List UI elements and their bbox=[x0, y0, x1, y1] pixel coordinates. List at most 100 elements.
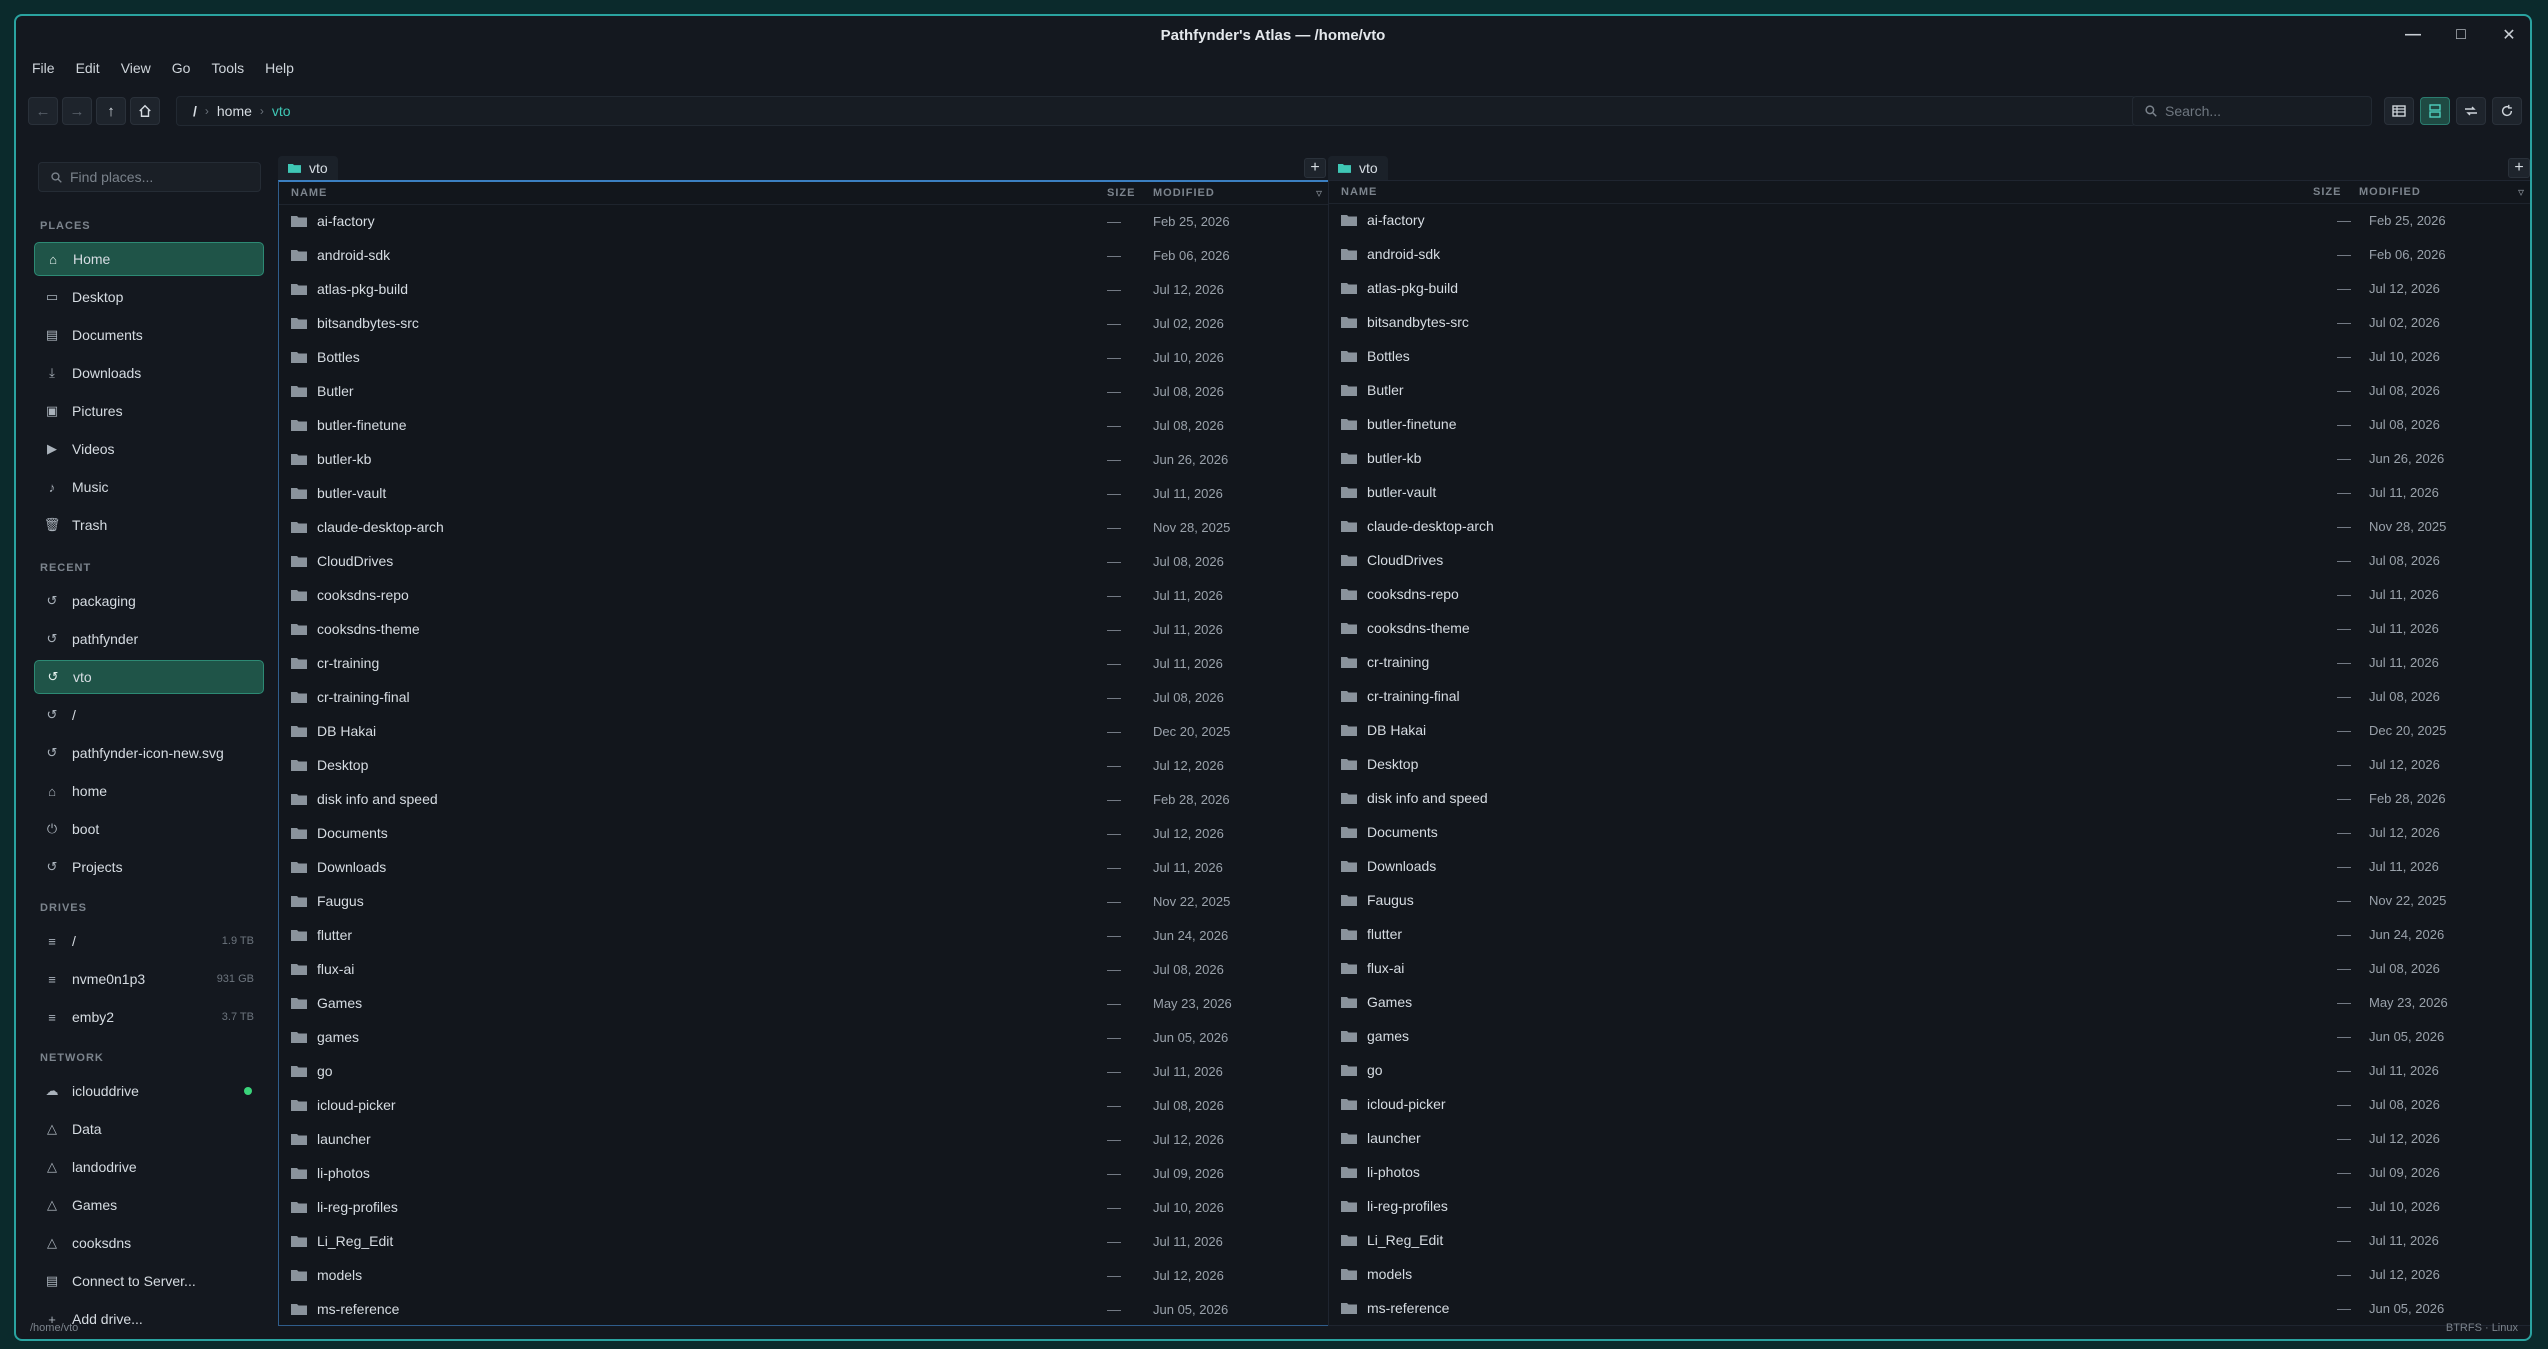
column-name[interactable]: NAME bbox=[1341, 186, 1377, 198]
minimize-icon[interactable]: — bbox=[2402, 26, 2424, 44]
filter-icon[interactable]: ▿ bbox=[2518, 185, 2525, 199]
maximize-icon[interactable]: □ bbox=[2450, 26, 2472, 44]
menu-file[interactable]: File bbox=[32, 60, 55, 76]
refresh-button[interactable] bbox=[2492, 97, 2522, 125]
column-name[interactable]: NAME bbox=[291, 187, 327, 199]
sidebar-item-videos[interactable]: ▶ Videos bbox=[34, 432, 264, 466]
menu-go[interactable]: Go bbox=[172, 60, 191, 76]
table-row[interactable]: Desktop — Jul 12, 2026 bbox=[279, 748, 1331, 782]
table-row[interactable]: ai-factory — Feb 25, 2026 bbox=[1329, 203, 2530, 237]
find-places-input[interactable]: Find places... bbox=[38, 162, 261, 192]
column-modified[interactable]: MODIFIED bbox=[2359, 186, 2421, 198]
table-row[interactable]: cooksdns-theme — Jul 11, 2026 bbox=[1329, 611, 2530, 645]
filter-icon[interactable]: ▿ bbox=[1316, 186, 1323, 200]
table-row[interactable]: CloudDrives — Jul 08, 2026 bbox=[279, 544, 1331, 578]
table-row[interactable]: Faugus — Nov 22, 2025 bbox=[1329, 883, 2530, 917]
network-item[interactable]: △ cooksdns bbox=[34, 1226, 264, 1260]
sidebar-item-downloads[interactable]: ⤓ Downloads bbox=[34, 356, 264, 390]
table-row[interactable]: Documents — Jul 12, 2026 bbox=[1329, 815, 2530, 849]
network-item-iclouddrive[interactable]: ☁ iclouddrive bbox=[34, 1074, 264, 1108]
network-item[interactable]: △ landodrive bbox=[34, 1150, 264, 1184]
table-row[interactable]: cooksdns-theme — Jul 11, 2026 bbox=[279, 612, 1331, 646]
table-row[interactable]: cr-training-final — Jul 08, 2026 bbox=[1329, 679, 2530, 713]
search-input[interactable]: Search... bbox=[2132, 96, 2372, 126]
table-row[interactable]: li-photos — Jul 09, 2026 bbox=[279, 1156, 1331, 1190]
list-view-button[interactable] bbox=[2384, 97, 2414, 125]
network-item[interactable]: △ Games bbox=[34, 1188, 264, 1222]
up-button[interactable]: ↑ bbox=[96, 97, 126, 125]
table-row[interactable]: launcher — Jul 12, 2026 bbox=[1329, 1121, 2530, 1155]
table-row[interactable]: go — Jul 11, 2026 bbox=[1329, 1053, 2530, 1087]
table-row[interactable]: butler-finetune — Jul 08, 2026 bbox=[279, 408, 1331, 442]
table-row[interactable]: flux-ai — Jul 08, 2026 bbox=[1329, 951, 2530, 985]
table-row[interactable]: Games — May 23, 2026 bbox=[279, 986, 1331, 1020]
table-row[interactable]: li-reg-profiles — Jul 10, 2026 bbox=[279, 1190, 1331, 1224]
new-tab-button[interactable]: + bbox=[2508, 158, 2530, 178]
table-row[interactable]: flutter — Jun 24, 2026 bbox=[279, 918, 1331, 952]
new-tab-button[interactable]: + bbox=[1304, 158, 1326, 178]
menu-tools[interactable]: Tools bbox=[211, 60, 244, 76]
table-row[interactable]: Desktop — Jul 12, 2026 bbox=[1329, 747, 2530, 781]
recent-item[interactable]: ↺ pathfynder bbox=[34, 622, 264, 656]
recent-item[interactable]: ⌂ home bbox=[34, 774, 264, 808]
table-row[interactable]: Downloads — Jul 11, 2026 bbox=[279, 850, 1331, 884]
recent-item[interactable]: ↺ packaging bbox=[34, 584, 264, 618]
table-row[interactable]: flutter — Jun 24, 2026 bbox=[1329, 917, 2530, 951]
table-row[interactable]: butler-kb — Jun 26, 2026 bbox=[1329, 441, 2530, 475]
table-row[interactable]: icloud-picker — Jul 08, 2026 bbox=[279, 1088, 1331, 1122]
table-row[interactable]: disk info and speed — Feb 28, 2026 bbox=[1329, 781, 2530, 815]
table-row[interactable]: flux-ai — Jul 08, 2026 bbox=[279, 952, 1331, 986]
table-row[interactable]: Bottles — Jul 10, 2026 bbox=[1329, 339, 2530, 373]
table-row[interactable]: butler-vault — Jul 11, 2026 bbox=[279, 476, 1331, 510]
recent-item[interactable]: ↺ Projects bbox=[34, 850, 264, 884]
table-row[interactable]: DB Hakai — Dec 20, 2025 bbox=[1329, 713, 2530, 747]
table-row[interactable]: Games — May 23, 2026 bbox=[1329, 985, 2530, 1019]
breadcrumb[interactable]: / › home › vto bbox=[176, 96, 2136, 126]
connect-to-server-button[interactable]: ▤ Connect to Server... bbox=[34, 1264, 264, 1298]
recent-item[interactable]: ↺ / bbox=[34, 698, 264, 732]
sidebar-item-trash[interactable]: 🗑 Trash bbox=[34, 508, 264, 542]
table-row[interactable]: Downloads — Jul 11, 2026 bbox=[1329, 849, 2530, 883]
table-row[interactable]: cr-training — Jul 11, 2026 bbox=[1329, 645, 2530, 679]
menu-help[interactable]: Help bbox=[265, 60, 294, 76]
table-row[interactable]: ai-factory — Feb 25, 2026 bbox=[279, 204, 1331, 238]
table-row[interactable]: Li_Reg_Edit — Jul 11, 2026 bbox=[1329, 1223, 2530, 1257]
sidebar-item-desktop[interactable]: ▭ Desktop bbox=[34, 280, 264, 314]
table-row[interactable]: Butler — Jul 08, 2026 bbox=[279, 374, 1331, 408]
table-row[interactable]: Bottles — Jul 10, 2026 bbox=[279, 340, 1331, 374]
forward-button[interactable]: → bbox=[62, 97, 92, 125]
column-size[interactable]: SIZE bbox=[2313, 186, 2341, 198]
table-row[interactable]: go — Jul 11, 2026 bbox=[279, 1054, 1331, 1088]
table-row[interactable]: cr-training — Jul 11, 2026 bbox=[279, 646, 1331, 680]
table-row[interactable]: butler-finetune — Jul 08, 2026 bbox=[1329, 407, 2530, 441]
table-row[interactable]: claude-desktop-arch — Nov 28, 2025 bbox=[279, 510, 1331, 544]
table-row[interactable]: atlas-pkg-build — Jul 12, 2026 bbox=[279, 272, 1331, 306]
table-row[interactable]: cr-training-final — Jul 08, 2026 bbox=[279, 680, 1331, 714]
breadcrumb-home[interactable]: home bbox=[217, 103, 252, 119]
table-row[interactable]: launcher — Jul 12, 2026 bbox=[279, 1122, 1331, 1156]
tab-vto[interactable]: vto bbox=[1328, 156, 1388, 180]
sidebar-item-home[interactable]: ⌂ Home bbox=[34, 242, 264, 276]
table-row[interactable]: cooksdns-repo — Jul 11, 2026 bbox=[1329, 577, 2530, 611]
menu-view[interactable]: View bbox=[121, 60, 151, 76]
table-row[interactable]: butler-kb — Jun 26, 2026 bbox=[279, 442, 1331, 476]
table-row[interactable]: android-sdk — Feb 06, 2026 bbox=[279, 238, 1331, 272]
drive-item[interactable]: ≡ emby2 3.7 TB bbox=[34, 1000, 264, 1034]
table-row[interactable]: CloudDrives — Jul 08, 2026 bbox=[1329, 543, 2530, 577]
table-row[interactable]: li-reg-profiles — Jul 10, 2026 bbox=[1329, 1189, 2530, 1223]
menu-edit[interactable]: Edit bbox=[76, 60, 100, 76]
table-row[interactable]: Documents — Jul 12, 2026 bbox=[279, 816, 1331, 850]
drive-item[interactable]: ≡/1.9 TB bbox=[34, 924, 264, 958]
breadcrumb-root[interactable]: / bbox=[193, 103, 197, 119]
recent-item[interactable]: ↺ pathfynder-icon-new.svg bbox=[34, 736, 264, 770]
table-row[interactable]: models — Jul 12, 2026 bbox=[1329, 1257, 2530, 1291]
table-row[interactable]: bitsandbytes-src — Jul 02, 2026 bbox=[279, 306, 1331, 340]
sidebar-item-documents[interactable]: ▤ Documents bbox=[34, 318, 264, 352]
split-view-button[interactable] bbox=[2420, 97, 2450, 125]
table-row[interactable]: Butler — Jul 08, 2026 bbox=[1329, 373, 2530, 407]
table-row[interactable]: Li_Reg_Edit — Jul 11, 2026 bbox=[279, 1224, 1331, 1258]
table-row[interactable]: games — Jun 05, 2026 bbox=[279, 1020, 1331, 1054]
recent-item[interactable]: ⏻ boot bbox=[34, 812, 264, 846]
recent-item-selected[interactable]: ↺ vto bbox=[34, 660, 264, 694]
drive-item[interactable]: ≡ nvme0n1p3 931 GB bbox=[34, 962, 264, 996]
